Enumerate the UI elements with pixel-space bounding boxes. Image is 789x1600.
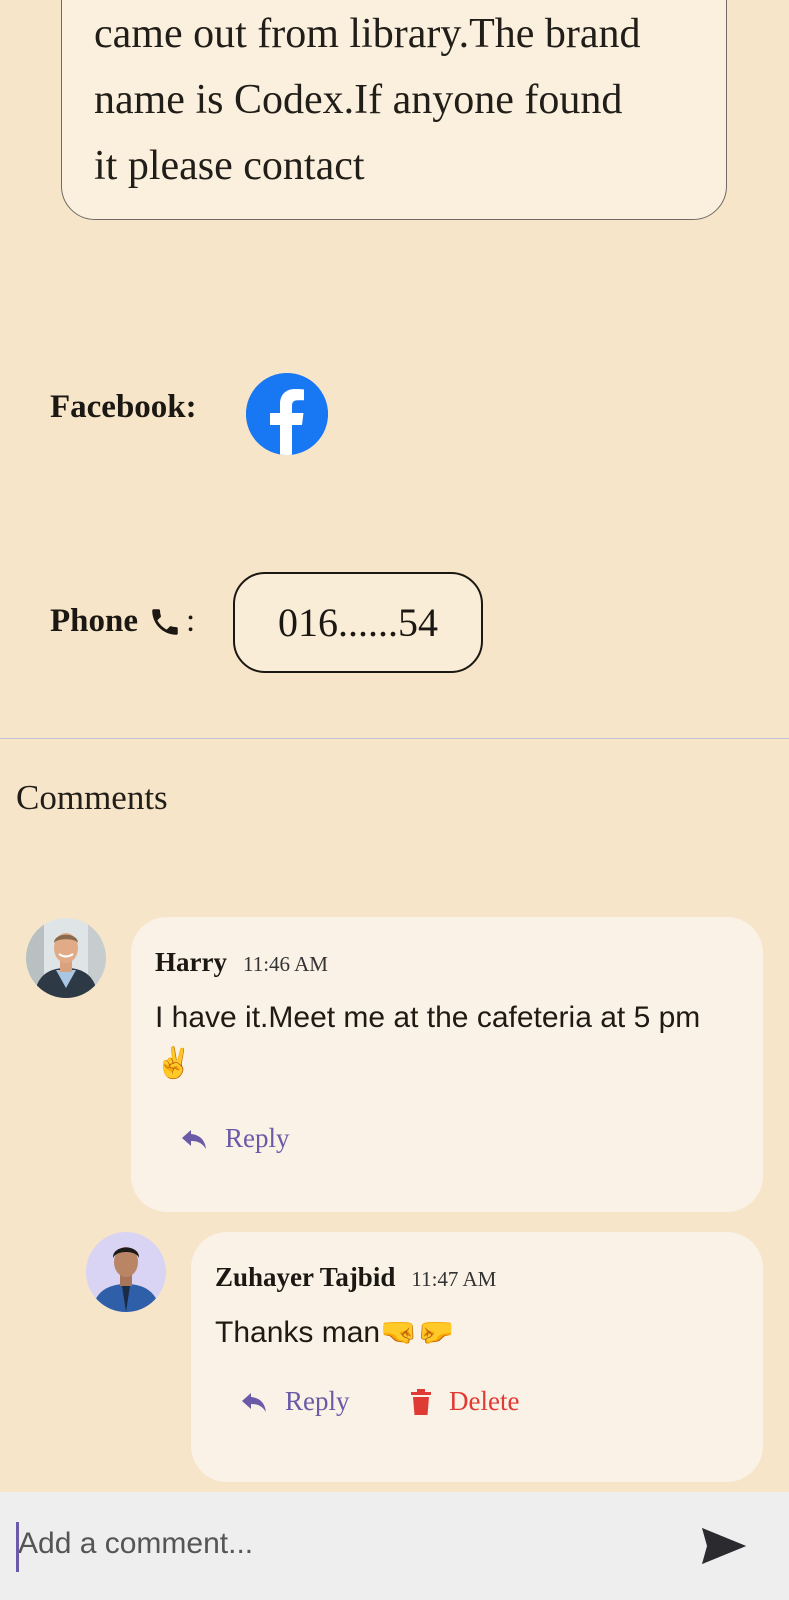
comment-text: I have it.Meet me at the cafeteria at 5 …: [155, 1001, 701, 1080]
comment-header: Harry 11:46 AM: [155, 947, 328, 978]
facebook-icon[interactable]: [246, 373, 328, 455]
avatar[interactable]: [26, 918, 106, 998]
reply-icon: [242, 1392, 266, 1412]
phone-label: Phone: [50, 603, 139, 639]
comments-title: Comments: [16, 778, 168, 817]
send-button[interactable]: [700, 1522, 748, 1570]
comment-card: Zuhayer Tajbid 11:47 AM Thanks man🤜🤛 Rep…: [191, 1232, 763, 1482]
reply-button[interactable]: Reply: [181, 1123, 290, 1154]
comment-author: Zuhayer Tajbid: [215, 1262, 396, 1292]
delete-button[interactable]: Delete: [411, 1386, 519, 1417]
text-caret: [16, 1522, 19, 1572]
reply-button[interactable]: Reply: [241, 1386, 350, 1417]
comment-header: Zuhayer Tajbid 11:47 AM: [215, 1262, 496, 1293]
phone-label-row: Phone :: [50, 603, 195, 640]
comment-card: Harry 11:46 AM I have it.Meet me at the …: [131, 917, 763, 1212]
comment-time: 11:46 AM: [242, 952, 328, 976]
reply-label: Reply: [225, 1123, 290, 1153]
phone-colon: :: [186, 603, 196, 639]
reply-icon: [182, 1129, 206, 1149]
comment-input[interactable]: [18, 1518, 658, 1570]
post-description-line-2: name is Codex.If anyone found: [94, 77, 623, 123]
post-description-card: came out from library.The brand name is …: [61, 0, 727, 220]
section-divider: [0, 738, 789, 739]
comment-time: 11:47 AM: [411, 1267, 497, 1291]
trash-icon: [411, 1388, 431, 1415]
facebook-label: Facebook:: [50, 389, 197, 425]
comment-author: Harry: [155, 947, 227, 977]
send-icon: [702, 1528, 746, 1564]
post-description-line-3: it please contact: [94, 143, 365, 189]
delete-label: Delete: [449, 1386, 520, 1416]
comment-composer: [0, 1492, 789, 1600]
post-description-line-1: came out from library.The brand: [94, 11, 641, 57]
comment-text: Thanks man🤜🤛: [215, 1316, 455, 1349]
avatar[interactable]: [86, 1232, 166, 1312]
reply-label: Reply: [285, 1386, 350, 1416]
phone-number-pill[interactable]: 016......54: [233, 572, 483, 673]
phone-icon: [148, 605, 182, 639]
